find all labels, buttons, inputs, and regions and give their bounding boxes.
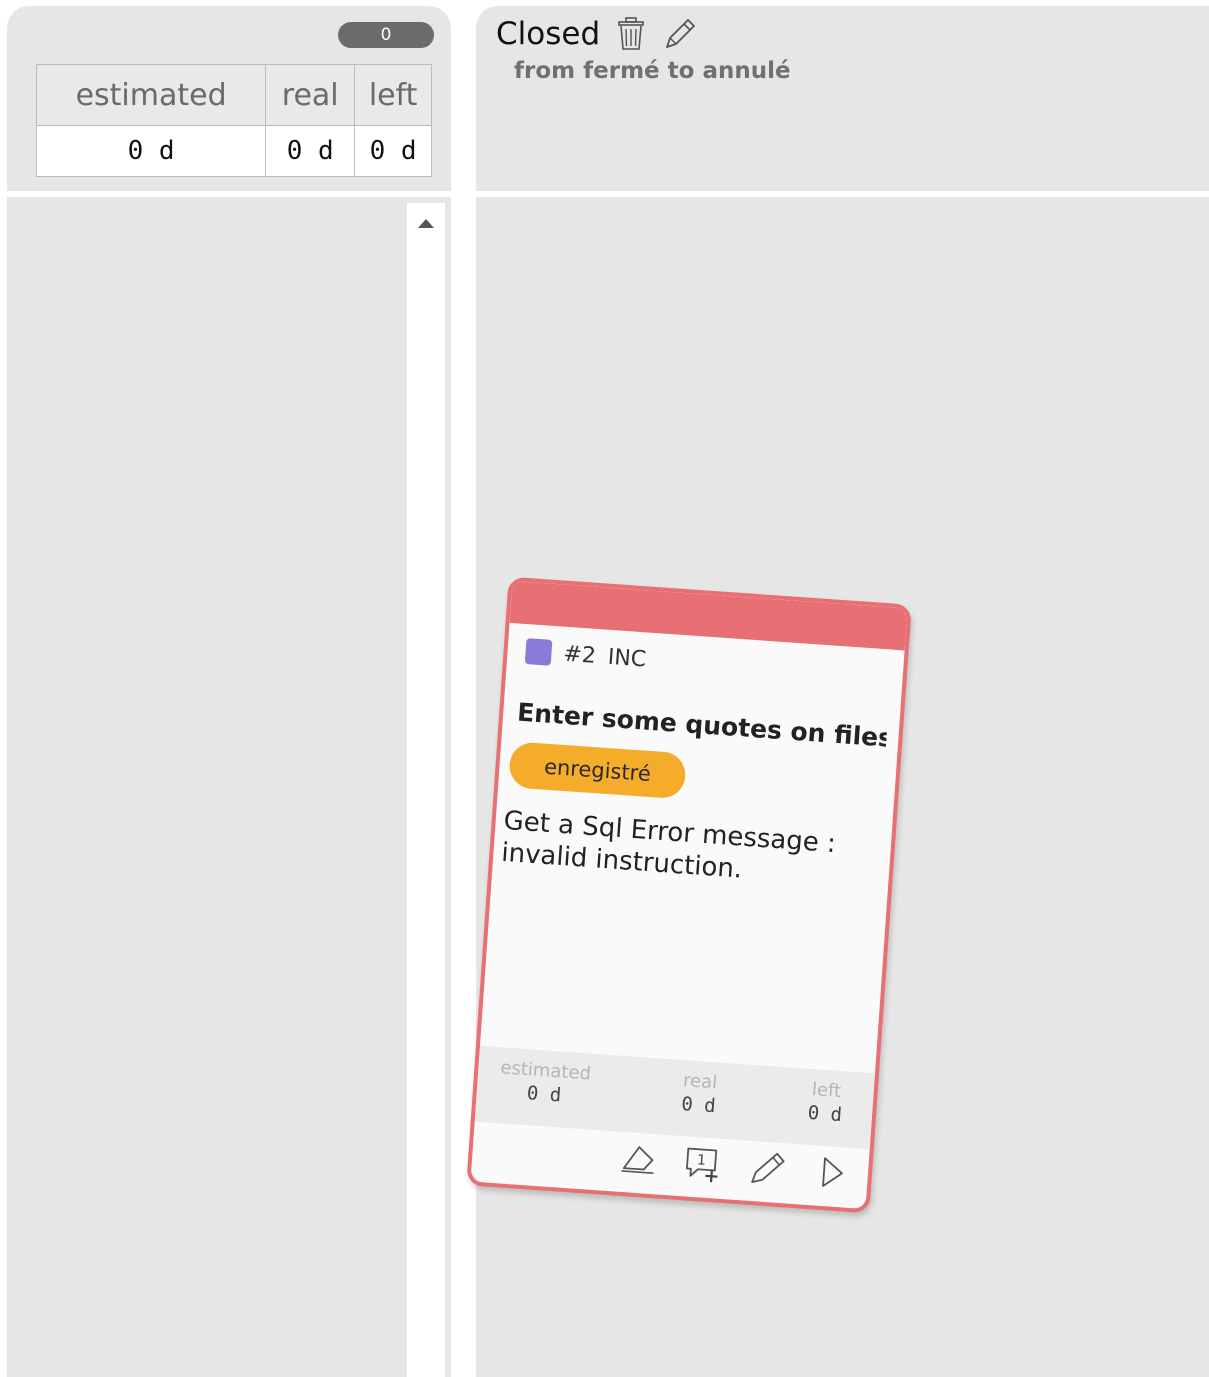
column-subtitle: from fermé to annulé <box>514 58 791 84</box>
scroll-up-arrow-icon[interactable] <box>418 219 434 228</box>
pencil-icon[interactable] <box>747 1147 790 1190</box>
card-count-badge: 0 <box>338 22 434 48</box>
add-comment-icon[interactable]: 1 <box>681 1142 724 1185</box>
card-stat-value: 0 d <box>680 1093 717 1118</box>
status-badge: enregistré <box>508 741 687 800</box>
stats-header-estimated: estimated <box>35 64 267 126</box>
play-icon[interactable] <box>811 1151 854 1194</box>
card-stat-value: 0 d <box>806 1101 843 1127</box>
card-id-row: #2 INC <box>524 638 647 672</box>
stats-value-left: 0 d <box>354 125 432 177</box>
scrollbar[interactable] <box>407 203 445 1377</box>
comment-count: 1 <box>697 1152 707 1169</box>
pencil-icon[interactable] <box>662 16 698 52</box>
closed-column-header: Closed from fermé to annulé <box>476 6 1209 191</box>
ticket-description: Get a Sql Error message : invalid instru… <box>500 805 837 885</box>
ticket-card[interactable]: #2 INC Enter some quotes on files enregi… <box>466 576 912 1214</box>
trash-icon[interactable] <box>613 16 649 52</box>
stats-value-real: 0 d <box>265 125 356 177</box>
eraser-icon[interactable] <box>617 1138 660 1181</box>
card-stat-label: real <box>682 1070 718 1094</box>
card-stat-left: left 0 d <box>806 1069 846 1147</box>
card-stat-real: real 0 d <box>679 1060 719 1138</box>
stats-header-left: left <box>354 64 432 126</box>
ticket-type-color-square <box>524 638 553 666</box>
stats-header-real: real <box>265 64 356 126</box>
left-column-body <box>7 197 451 1377</box>
left-column-header: 0 estimated real left 0 d 0 d 0 d <box>7 6 451 191</box>
ticket-type: INC <box>606 644 647 672</box>
stats-value-estimated: 0 d <box>35 125 267 177</box>
card-stat-label: left <box>811 1079 842 1103</box>
card-stat-value: 0 d <box>526 1082 562 1107</box>
card-stat-estimated: estimated 0 d <box>497 1047 593 1129</box>
column-title: Closed <box>496 16 601 52</box>
column-stats-table: estimated real left 0 d 0 d 0 d <box>35 64 432 177</box>
ticket-id: #2 <box>562 641 597 669</box>
